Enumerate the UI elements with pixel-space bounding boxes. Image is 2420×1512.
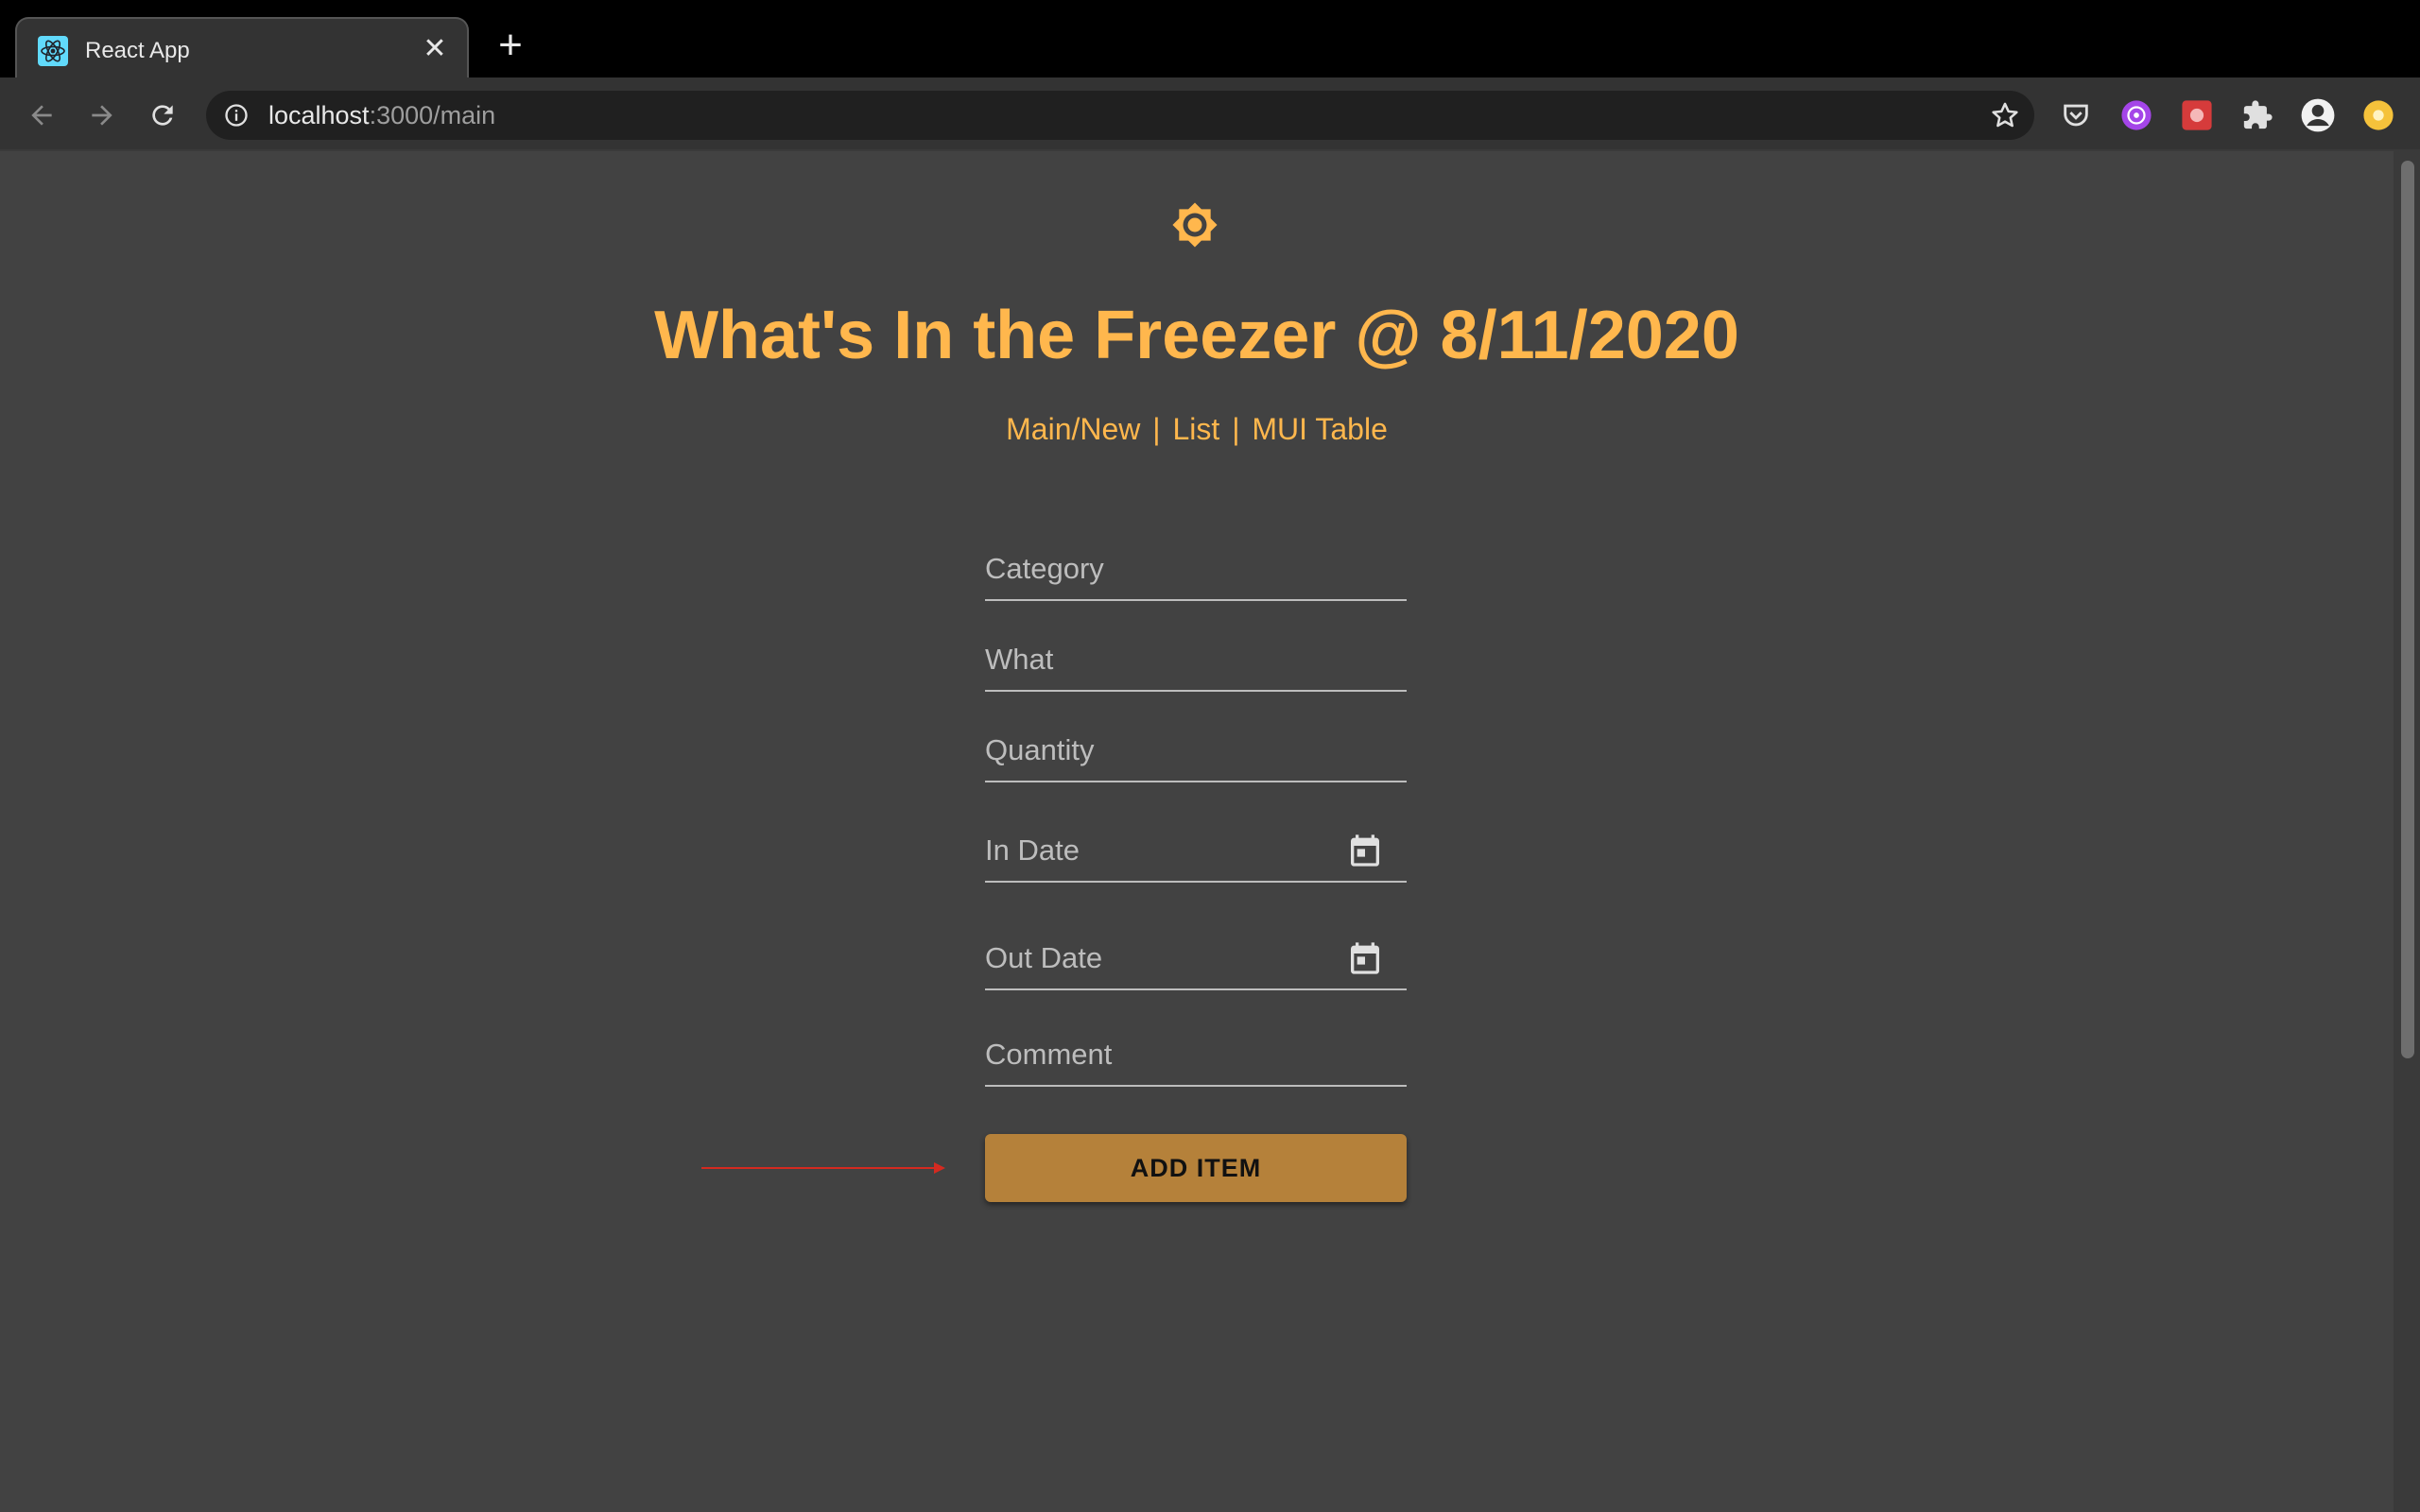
comment-field[interactable]: Comment: [985, 1034, 1407, 1087]
nav-link-main-new[interactable]: Main/New: [1006, 412, 1140, 446]
calendar-icon[interactable]: [1346, 830, 1384, 871]
extension-red-icon[interactable]: [2178, 96, 2216, 134]
scrollbar-thumb[interactable]: [2401, 161, 2414, 1058]
in-date-label: In Date: [985, 833, 1080, 867]
new-tab-icon[interactable]: +: [492, 25, 529, 66]
out-date-label: Out Date: [985, 941, 1103, 974]
what-label: What: [985, 643, 1054, 676]
browser-toolbar: localhost:3000/main: [0, 77, 2420, 151]
comment-label: Comment: [985, 1038, 1113, 1071]
bookmark-star-icon[interactable]: [1989, 99, 2021, 131]
annotation-arrow: [701, 1167, 938, 1169]
nav-separator: |: [1152, 412, 1161, 446]
url-text: localhost:3000/main: [268, 100, 495, 130]
category-label: Category: [985, 552, 1104, 585]
page-nav: Main/New | List | MUI Table: [0, 408, 2394, 450]
info-icon[interactable]: [223, 102, 250, 129]
category-field[interactable]: Category: [985, 548, 1407, 601]
page-scrollbar[interactable]: [2394, 151, 2420, 1512]
back-icon[interactable]: [21, 94, 62, 136]
quantity-label: Quantity: [985, 733, 1095, 766]
pocket-icon[interactable]: [2057, 96, 2095, 134]
nav-link-list[interactable]: List: [1173, 412, 1220, 446]
page-title: What's In the Freezer @ 8/11/2020: [654, 298, 1739, 373]
nav-separator: |: [1232, 412, 1240, 446]
tab-title: React App: [85, 38, 190, 63]
annotation-arrow-head: [934, 1162, 945, 1174]
browser-tab-strip: React App ✕ +: [0, 0, 2420, 81]
app-page: What's In the Freezer @ 8/11/2020 Main/N…: [0, 151, 2394, 1512]
in-date-field[interactable]: In Date: [985, 818, 1407, 883]
url-path: :3000/main: [369, 101, 496, 129]
browser-tab[interactable]: React App ✕: [15, 17, 469, 81]
quantity-field[interactable]: Quantity: [985, 730, 1407, 782]
url-host: localhost: [268, 101, 370, 129]
extension-yellow-icon[interactable]: [2360, 96, 2397, 134]
out-date-field[interactable]: Out Date: [985, 926, 1407, 990]
add-item-button[interactable]: ADD ITEM: [985, 1134, 1407, 1202]
forward-icon[interactable]: [81, 94, 123, 136]
sun-icon[interactable]: [1168, 198, 1221, 251]
what-field[interactable]: What: [985, 639, 1407, 692]
close-tab-icon[interactable]: ✕: [420, 34, 450, 64]
reload-icon[interactable]: [142, 94, 183, 136]
extensions-puzzle-icon[interactable]: [2238, 96, 2276, 134]
nav-link-mui-table[interactable]: MUI Table: [1252, 412, 1387, 446]
address-bar[interactable]: localhost:3000/main: [206, 91, 2034, 140]
profile-avatar-icon[interactable]: [2299, 96, 2337, 134]
react-logo-icon: [38, 36, 68, 66]
calendar-icon[interactable]: [1346, 937, 1384, 979]
extension-purple-icon[interactable]: [2118, 96, 2155, 134]
